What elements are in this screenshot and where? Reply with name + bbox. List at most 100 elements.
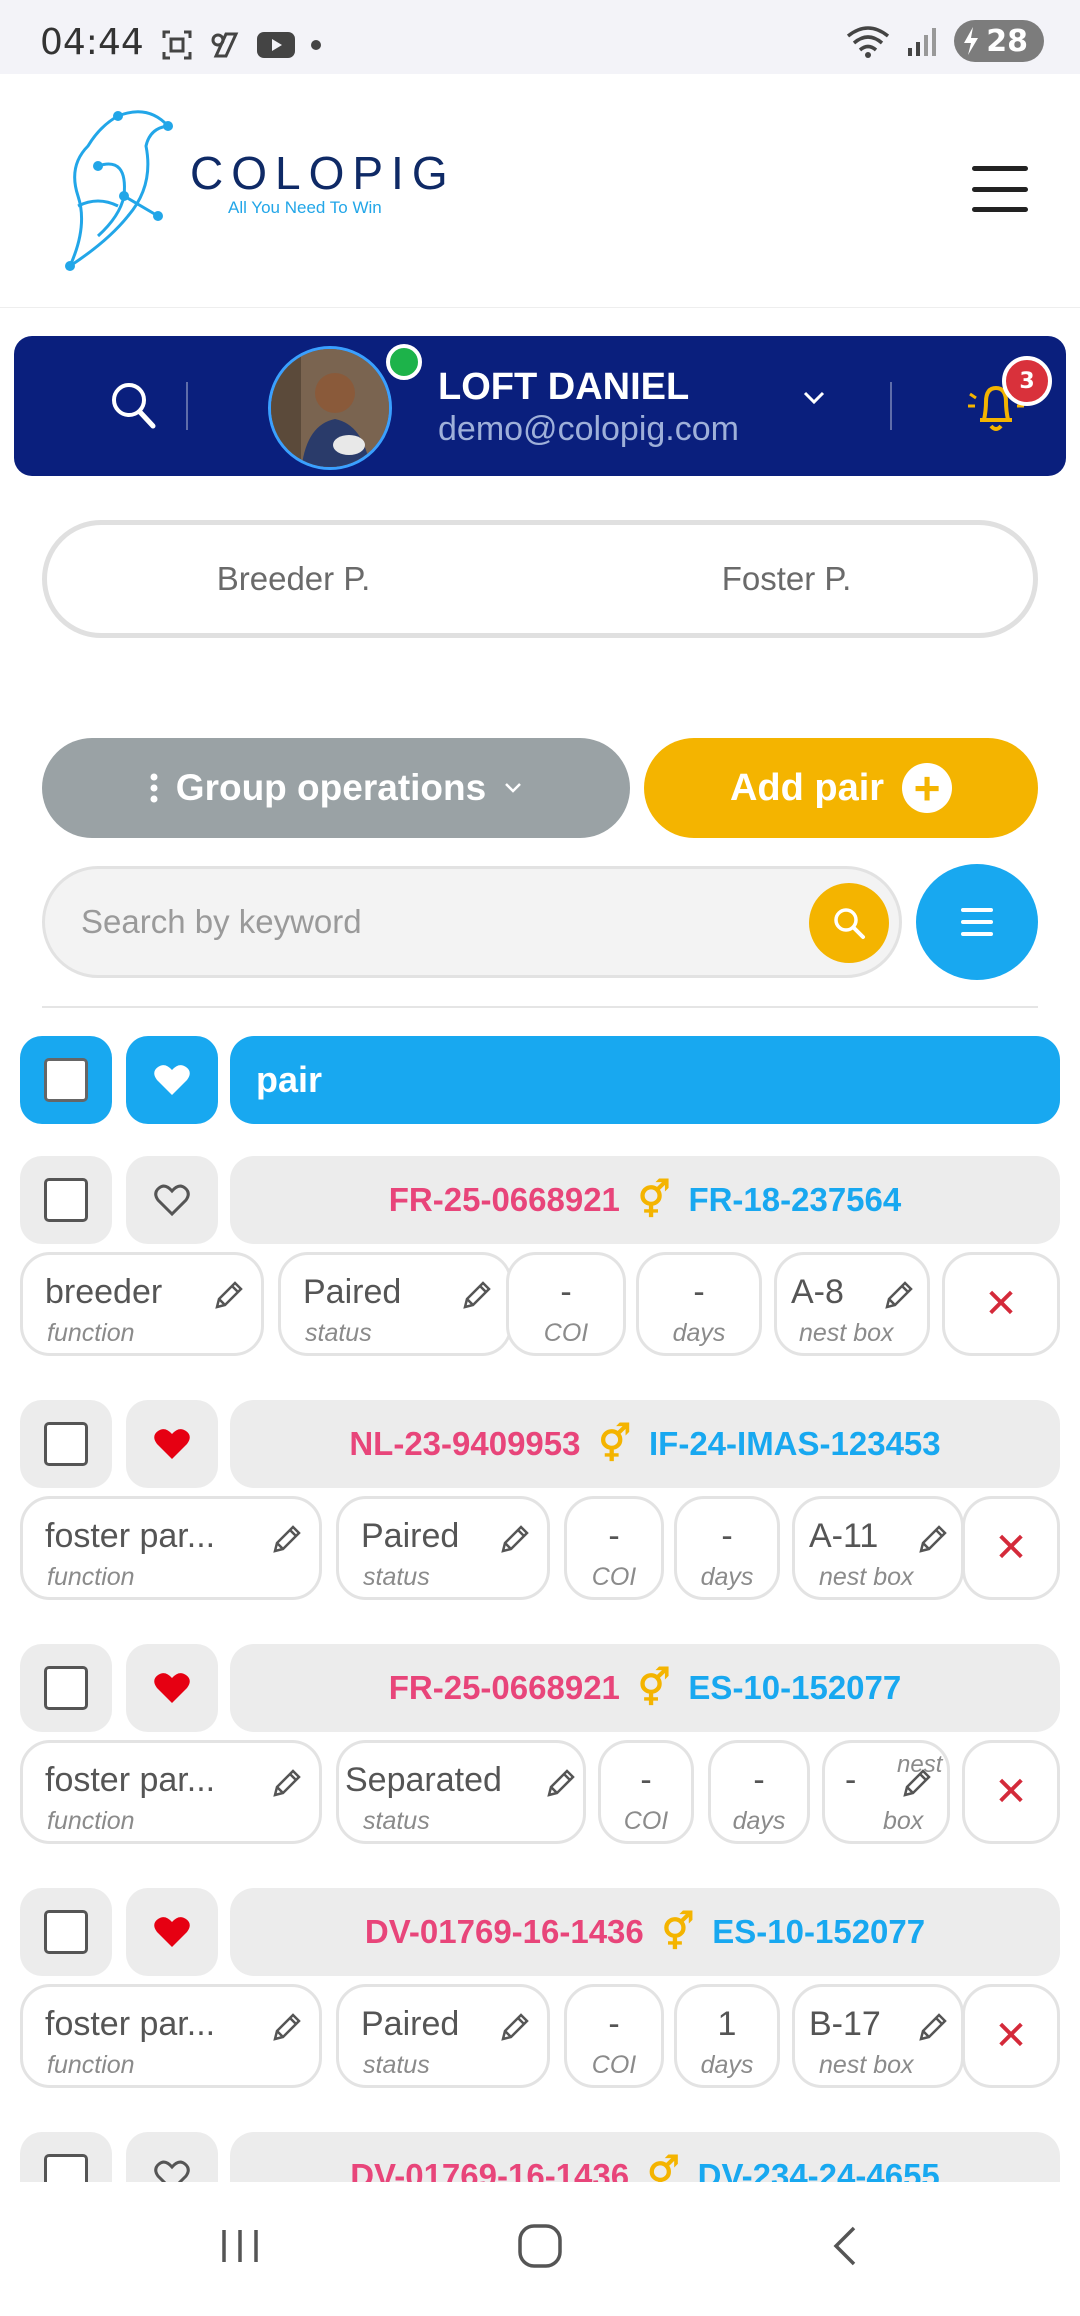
- main-menu-button[interactable]: [972, 166, 1028, 212]
- status-field[interactable]: Paired status: [336, 1496, 550, 1600]
- nest-box-field[interactable]: A-8 nest box: [774, 1252, 930, 1356]
- male-ring-id[interactable]: IF-24-IMAS-123453: [649, 1425, 941, 1463]
- nest-box-value: -: [845, 1761, 857, 1799]
- female-ring-id[interactable]: DV-01769-16-1436: [350, 2157, 629, 2182]
- function-field[interactable]: breeder function: [20, 1252, 264, 1356]
- pair-ids[interactable]: FR-25-0668921 ⚥ FR-18-237564: [230, 1156, 1060, 1244]
- heart-outline-icon: [154, 1184, 190, 1217]
- nest-box-field[interactable]: - nest box: [822, 1740, 950, 1844]
- status-field[interactable]: Separated status: [336, 1740, 586, 1844]
- pencil-icon: [547, 1769, 575, 1797]
- favorite-toggle[interactable]: [126, 1156, 218, 1244]
- pair-row: DV-01769-16-1436 ⚥ ES-10-152077 foster p…: [0, 1888, 1080, 2094]
- list-header-title: pair: [230, 1036, 1060, 1124]
- favorite-toggle[interactable]: [126, 1888, 218, 1976]
- coi-value: -: [560, 1273, 572, 1311]
- user-email: demo@colopig.com: [438, 410, 739, 448]
- home-icon[interactable]: [516, 2222, 564, 2270]
- heart-filled-icon: [154, 1917, 190, 1947]
- brand-name: COLOPIG: [190, 147, 456, 199]
- function-field[interactable]: foster par... function: [20, 1740, 322, 1844]
- pair-ids[interactable]: DV-01769-16-1436 ⚥ DV-234-24-4655: [230, 2132, 1060, 2182]
- group-operations-label: Group operations: [175, 767, 487, 808]
- back-icon[interactable]: [822, 2222, 870, 2270]
- select-all-checkbox[interactable]: [20, 1036, 112, 1124]
- group-operations-button[interactable]: Group operations: [42, 738, 630, 838]
- favorite-toggle[interactable]: [126, 1644, 218, 1732]
- coi-value: -: [640, 1761, 652, 1799]
- pair-type-tabs: Breeder P. Foster P.: [42, 520, 1038, 638]
- coi-field: - COI: [564, 1496, 664, 1600]
- checkbox: [44, 2154, 88, 2182]
- pair-row: FR-25-0668921 ⚥ FR-18-237564 breeder fun…: [0, 1156, 1080, 1362]
- favorite-toggle[interactable]: [126, 1400, 218, 1488]
- female-ring-id[interactable]: FR-25-0668921: [389, 1181, 620, 1219]
- search-input[interactable]: [81, 897, 781, 947]
- heart-filled-icon: [154, 1673, 190, 1703]
- status-field[interactable]: Paired status: [278, 1252, 512, 1356]
- search-icon[interactable]: [109, 380, 157, 430]
- pencil-icon: [501, 2013, 529, 2041]
- delete-pair-button[interactable]: ✕: [962, 1496, 1060, 1600]
- delete-pair-button[interactable]: ✕: [942, 1252, 1060, 1356]
- male-ring-id[interactable]: ES-10-152077: [712, 1913, 925, 1951]
- male-ring-id[interactable]: DV-234-24-4655: [698, 2157, 940, 2182]
- function-label: function: [47, 1807, 135, 1835]
- pencil-icon: [903, 1769, 931, 1797]
- heart-icon: [154, 1065, 190, 1095]
- youtube-icon: [257, 32, 295, 58]
- filter-menu-button[interactable]: [916, 864, 1038, 980]
- female-ring-id[interactable]: FR-25-0668921: [389, 1669, 620, 1707]
- nest-box-label: nest box: [819, 2051, 914, 2079]
- status-bar: 04:44 28: [0, 0, 1080, 74]
- pair-ids[interactable]: NL-23-9409953 ⚥ IF-24-IMAS-123453: [230, 1400, 1060, 1488]
- pencil-icon: [273, 1525, 301, 1553]
- avatar[interactable]: [268, 346, 392, 470]
- search-box: [42, 866, 902, 978]
- chevron-down-icon[interactable]: [802, 390, 826, 406]
- tab-breeder-pairs[interactable]: Breeder P.: [47, 525, 540, 633]
- pair-ids[interactable]: FR-25-0668921 ⚥ ES-10-152077: [230, 1644, 1060, 1732]
- days-field: - days: [708, 1740, 810, 1844]
- pair-checkbox[interactable]: [20, 1156, 112, 1244]
- female-ring-id[interactable]: DV-01769-16-1436: [365, 1913, 644, 1951]
- plus-icon: +: [902, 763, 953, 813]
- nest-box-label: nest box: [799, 1319, 894, 1347]
- function-label: function: [47, 1319, 135, 1347]
- pair-ids[interactable]: DV-01769-16-1436 ⚥ ES-10-152077: [230, 1888, 1060, 1976]
- pair-symbol-icon: ⚥: [647, 2155, 680, 2182]
- pair-checkbox[interactable]: [20, 1400, 112, 1488]
- nest-box-field[interactable]: B-17 nest box: [792, 1984, 964, 2088]
- function-field[interactable]: foster par... function: [20, 1984, 322, 2088]
- checkbox: [44, 1178, 88, 1222]
- search-button[interactable]: [809, 883, 889, 963]
- user-bar: LOFT DANIEL demo@colopig.com 3: [14, 336, 1066, 476]
- user-name: LOFT DANIEL: [438, 366, 690, 408]
- add-pair-button[interactable]: Add pair +: [644, 738, 1038, 838]
- recent-apps-icon[interactable]: [216, 2222, 264, 2270]
- female-ring-id[interactable]: NL-23-9409953: [349, 1425, 580, 1463]
- coi-value: -: [608, 2005, 620, 2043]
- app-header: COLOPIG All You Need To Win: [0, 74, 1080, 308]
- favorite-toggle[interactable]: [126, 2132, 218, 2182]
- delete-pair-button[interactable]: ✕: [962, 1740, 1060, 1844]
- male-ring-id[interactable]: ES-10-152077: [688, 1669, 901, 1707]
- brand-tagline: All You Need To Win: [228, 198, 382, 217]
- pencil-icon: [919, 1525, 947, 1553]
- tab-foster-pairs[interactable]: Foster P.: [540, 525, 1033, 633]
- pair-checkbox[interactable]: [20, 1644, 112, 1732]
- nest-box-field[interactable]: A-11 nest box: [792, 1496, 964, 1600]
- function-value: foster par...: [45, 1517, 216, 1555]
- days-label: days: [700, 2051, 754, 2079]
- status-field[interactable]: Paired status: [336, 1984, 550, 2088]
- function-field[interactable]: foster par... function: [20, 1496, 322, 1600]
- heart-filled-icon: [154, 1429, 190, 1459]
- delete-pair-button[interactable]: ✕: [962, 1984, 1060, 2088]
- system-navigation-bar: [0, 2182, 1080, 2316]
- favorites-filter-button[interactable]: [126, 1036, 218, 1124]
- days-field: 1 days: [674, 1984, 780, 2088]
- pair-checkbox[interactable]: [20, 1888, 112, 1976]
- pair-checkbox[interactable]: [20, 2132, 112, 2182]
- male-ring-id[interactable]: FR-18-237564: [688, 1181, 901, 1219]
- status-value: Paired: [361, 1517, 460, 1555]
